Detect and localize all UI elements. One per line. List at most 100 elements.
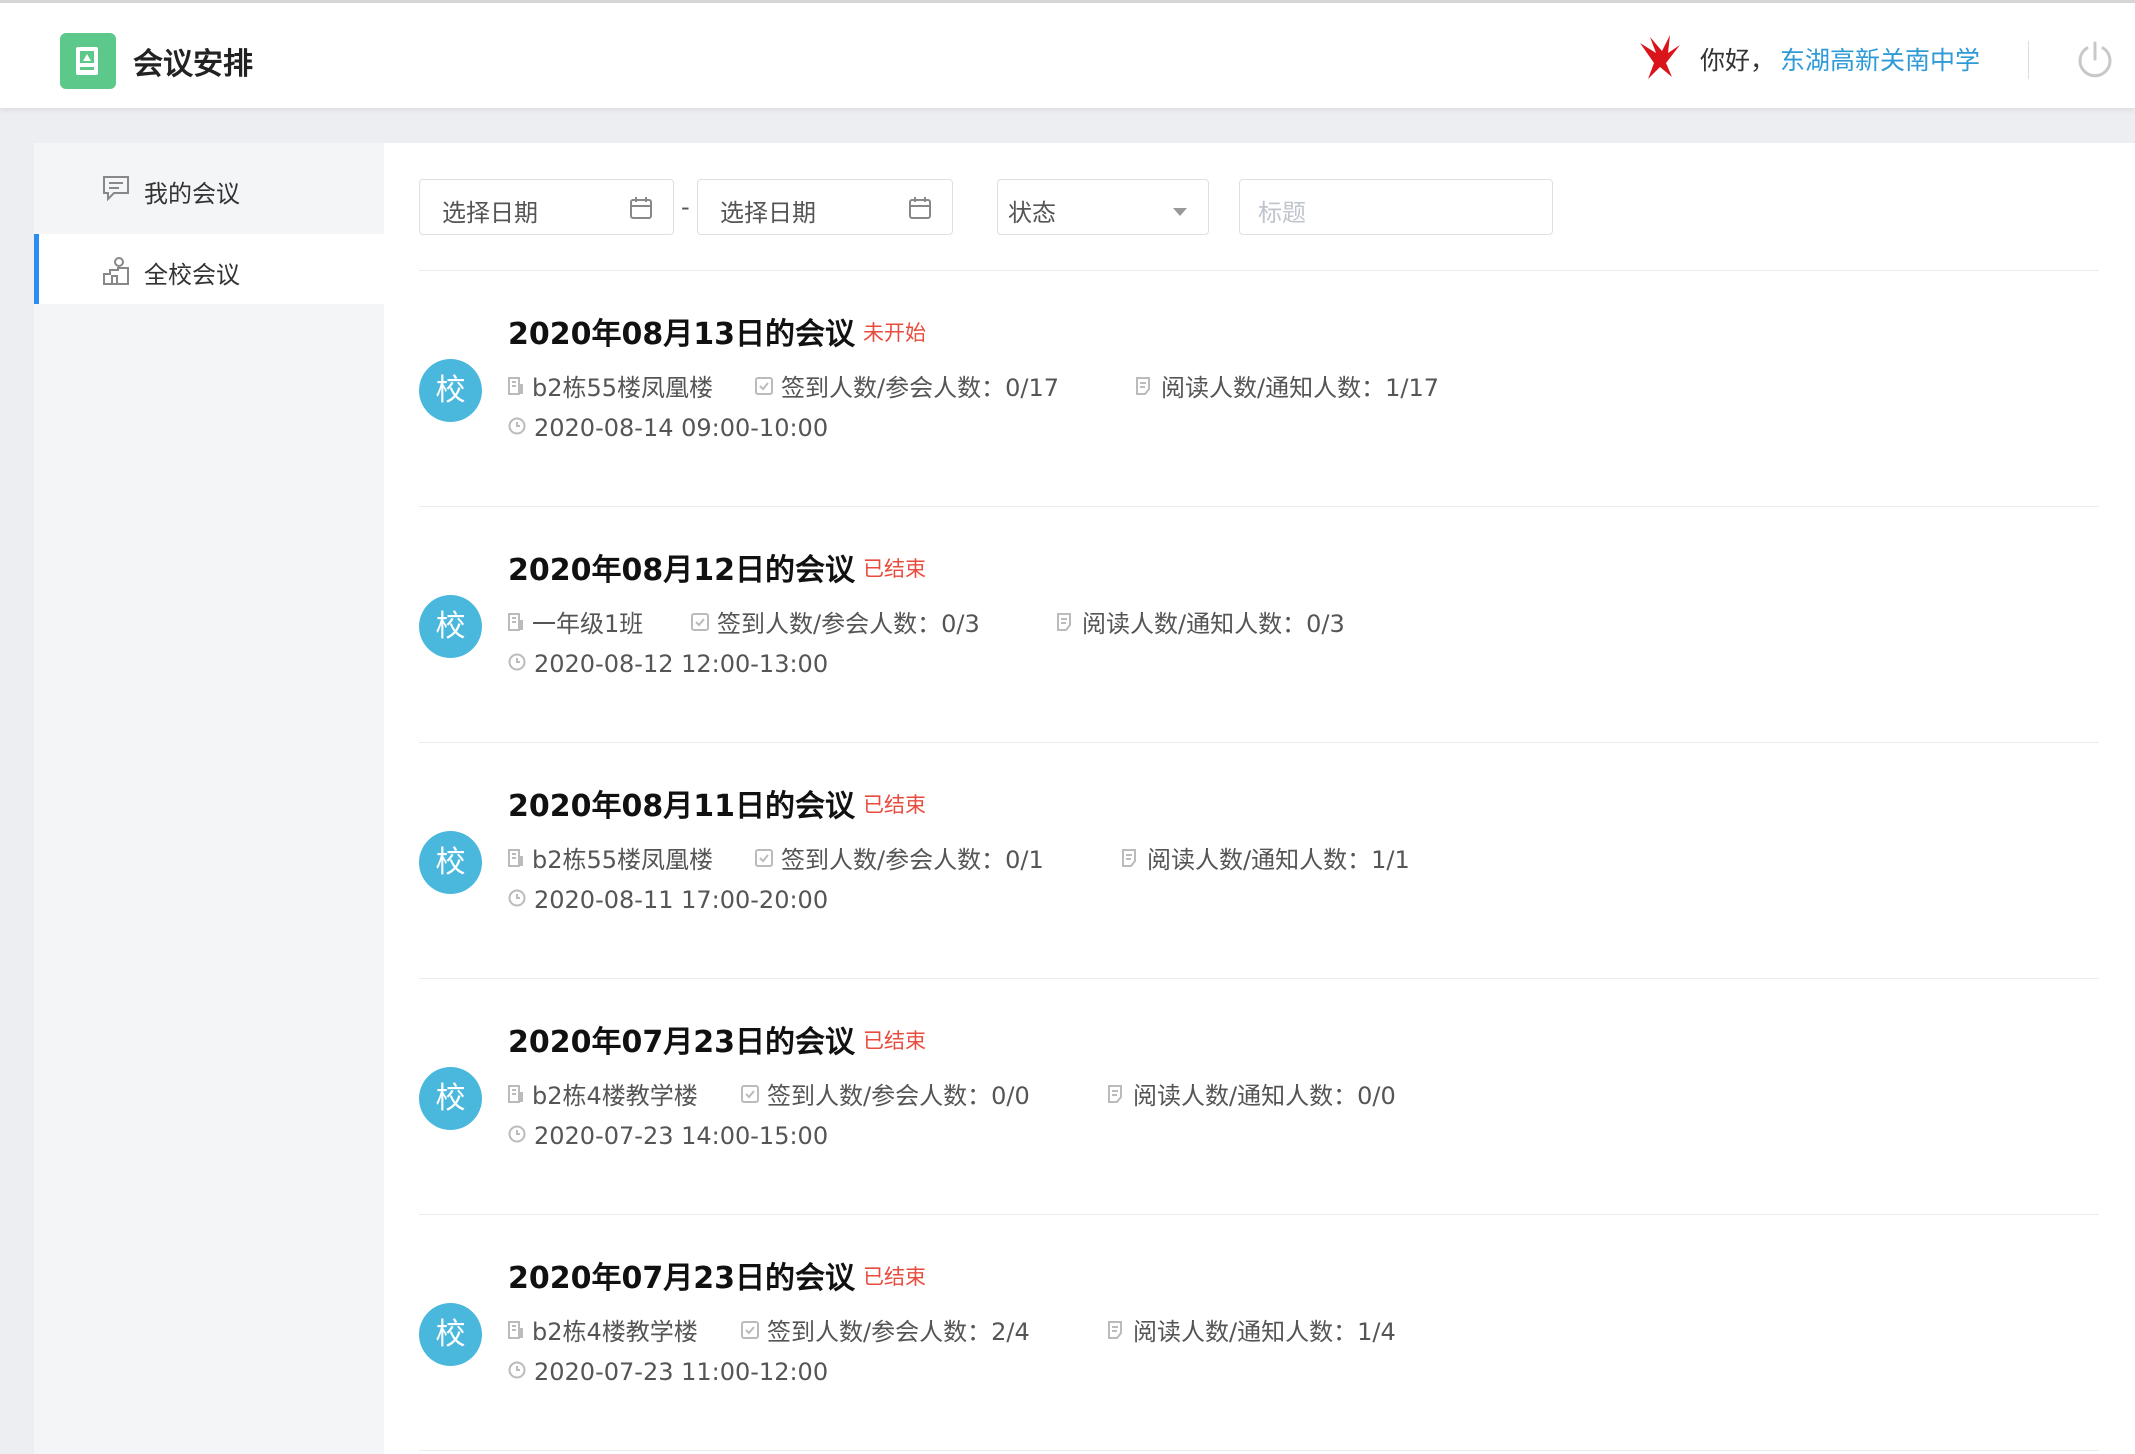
chat-icon: [102, 175, 130, 205]
meeting-time: 2020-07-23 11:00-12:00: [508, 1358, 828, 1387]
time-text: 2020-08-14 09:00-10:00: [534, 414, 829, 442]
top-bar: 会议安排 你好， 东湖高新关南中学: [0, 0, 2135, 108]
title-search-placeholder: 标题: [1258, 199, 1306, 227]
end-date-picker[interactable]: 选择日期: [697, 179, 953, 235]
read-label: 阅读人数/通知人数：: [1133, 1082, 1358, 1110]
location-text: b2栋4楼教学楼: [532, 1082, 698, 1110]
meeting-location: b2栋4楼教学楼: [508, 1076, 698, 1111]
checkbox-icon: [755, 373, 773, 401]
clock-icon: [508, 1121, 526, 1149]
signin-label: 签到人数/参会人数：: [781, 374, 1006, 402]
app-title: 会议安排: [133, 47, 253, 82]
status-badge: 已结束: [863, 1029, 926, 1053]
sidebar: 我的会议 全校会议: [34, 143, 384, 1454]
avatar: 校: [419, 1303, 482, 1366]
building-icon: [508, 1317, 524, 1345]
meeting-list-item[interactable]: 校 2020年08月11日的会议 已结束 b2栋55楼凤凰楼 签到人数/参会人数…: [419, 743, 2099, 979]
greeting-text: 你好，: [1700, 46, 1776, 75]
meeting-list-item[interactable]: 校 2020年07月23日的会议 已结束 b2栋4楼教学楼 签到人数/参会人数：…: [419, 1215, 2099, 1451]
app-logo-icon: [60, 33, 116, 89]
sidebar-item-label: 我的会议: [144, 180, 240, 208]
checkbox-icon: [691, 609, 709, 637]
sidebar-item-label: 全校会议: [144, 261, 240, 289]
signin-value: 0/1: [1005, 846, 1044, 874]
date-range-separator: -: [681, 193, 690, 221]
meeting-time: 2020-08-11 17:00-20:00: [508, 886, 828, 915]
time-text: 2020-08-11 17:00-20:00: [534, 886, 829, 914]
building-icon: [508, 373, 524, 401]
status-badge: 已结束: [863, 1265, 926, 1289]
document-icon: [1135, 373, 1153, 401]
sidebar-item-school-meetings[interactable]: 全校会议: [34, 234, 384, 304]
time-text: 2020-08-12 12:00-13:00: [534, 650, 829, 678]
caret-down-icon: [1172, 202, 1188, 221]
signin-value: 0/3: [941, 610, 980, 638]
meeting-title[interactable]: 2020年08月11日的会议: [508, 781, 855, 825]
meeting-title[interactable]: 2020年08月12日的会议: [508, 545, 855, 589]
read-value: 0/3: [1306, 610, 1345, 638]
meeting-title[interactable]: 2020年07月23日的会议: [508, 1017, 855, 1061]
power-icon[interactable]: [2074, 39, 2116, 85]
time-text: 2020-07-23 11:00-12:00: [534, 1358, 829, 1386]
signin-count: 签到人数/参会人数：0/3: [691, 604, 980, 639]
document-icon: [1107, 1317, 1125, 1345]
clock-icon: [508, 885, 526, 913]
avatar: 校: [419, 831, 482, 894]
avatar: 校: [419, 595, 482, 658]
read-count: 阅读人数/通知人数：0/0: [1107, 1076, 1396, 1111]
location-text: b2栋4楼教学楼: [532, 1318, 698, 1346]
status-select[interactable]: 状态: [997, 179, 1209, 235]
checkbox-icon: [741, 1317, 759, 1345]
clock-icon: [508, 1357, 526, 1385]
signin-value: 2/4: [991, 1318, 1030, 1346]
school-name-link[interactable]: 东湖高新关南中学: [1780, 41, 1980, 77]
location-text: b2栋55楼凤凰楼: [532, 846, 714, 874]
read-count: 阅读人数/通知人数：1/1: [1121, 840, 1410, 875]
signin-count: 签到人数/参会人数：0/1: [755, 840, 1044, 875]
read-count: 阅读人数/通知人数：1/4: [1107, 1312, 1396, 1347]
avatar: 校: [419, 1067, 482, 1130]
school-logo-icon: [1636, 33, 1682, 85]
checkbox-icon: [741, 1081, 759, 1109]
meeting-list-item[interactable]: 校 2020年07月23日的会议 已结束 b2栋4楼教学楼 签到人数/参会人数：…: [419, 979, 2099, 1215]
meeting-time: 2020-07-23 14:00-15:00: [508, 1122, 828, 1151]
school-icon: [102, 256, 132, 290]
signin-count: 签到人数/参会人数：2/4: [741, 1312, 1030, 1347]
signin-count: 签到人数/参会人数：0/0: [741, 1076, 1030, 1111]
read-count: 阅读人数/通知人数：0/3: [1056, 604, 1345, 639]
calendar-icon: [629, 196, 653, 224]
clock-icon: [508, 649, 526, 677]
meeting-location: b2栋55楼凤凰楼: [508, 368, 713, 403]
divider: [419, 1450, 2099, 1451]
read-value: 1/17: [1385, 374, 1439, 402]
building-icon: [508, 845, 524, 873]
status-badge: 未开始: [863, 321, 926, 345]
meeting-location: b2栋4楼教学楼: [508, 1312, 698, 1347]
location-text: 一年级1班: [532, 610, 644, 638]
signin-label: 签到人数/参会人数：: [767, 1318, 992, 1346]
meeting-location: 一年级1班: [508, 604, 643, 639]
clock-icon: [508, 413, 526, 441]
meeting-title[interactable]: 2020年08月13日的会议: [508, 309, 855, 353]
document-icon: [1056, 609, 1074, 637]
meeting-list-item[interactable]: 校 2020年08月12日的会议 已结束 一年级1班 签到人数/参会人数：0/3…: [419, 507, 2099, 743]
meeting-time: 2020-08-14 09:00-10:00: [508, 414, 828, 443]
read-value: 1/4: [1357, 1318, 1396, 1346]
title-search-input[interactable]: 标题: [1239, 179, 1553, 235]
signin-count: 签到人数/参会人数：0/17: [755, 368, 1059, 403]
read-label: 阅读人数/通知人数：: [1161, 374, 1386, 402]
sidebar-item-my-meetings[interactable]: 我的会议: [34, 153, 384, 223]
main-panel: 选择日期 - 选择日期 状态 标题 校 2020年08月13日的会议 未开始 b…: [384, 143, 2135, 1454]
location-text: b2栋55楼凤凰楼: [532, 374, 714, 402]
time-text: 2020-07-23 14:00-15:00: [534, 1122, 829, 1150]
meeting-title[interactable]: 2020年07月23日的会议: [508, 1253, 855, 1297]
read-label: 阅读人数/通知人数：: [1082, 610, 1307, 638]
document-icon: [1121, 845, 1139, 873]
start-date-picker[interactable]: 选择日期: [419, 179, 674, 235]
read-value: 0/0: [1357, 1082, 1396, 1110]
read-label: 阅读人数/通知人数：: [1147, 846, 1372, 874]
calendar-icon: [908, 196, 932, 224]
signin-label: 签到人数/参会人数：: [717, 610, 942, 638]
meeting-location: b2栋55楼凤凰楼: [508, 840, 713, 875]
meeting-list-item[interactable]: 校 2020年08月13日的会议 未开始 b2栋55楼凤凰楼 签到人数/参会人数…: [419, 271, 2099, 507]
